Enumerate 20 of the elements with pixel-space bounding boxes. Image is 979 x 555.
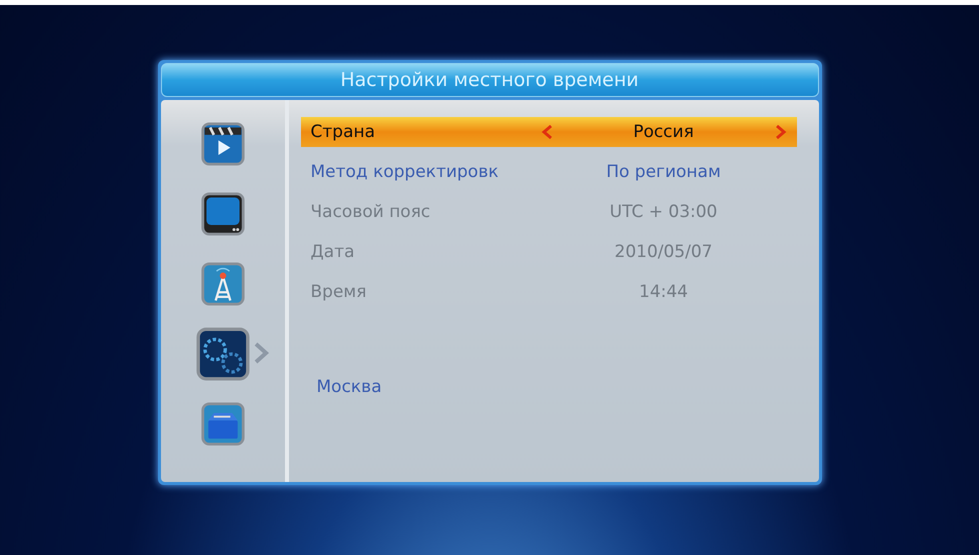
setting-value: 14:44 [638, 282, 689, 302]
setting-row[interactable]: Страна Россия [300, 117, 796, 147]
tools-menu-icon[interactable] [200, 402, 244, 446]
antenna-menu-icon[interactable] [200, 262, 244, 306]
setting-label: Часовой пояс [310, 202, 432, 222]
region-name: Москва [316, 377, 383, 397]
setting-label: Метод корректировк [310, 162, 500, 182]
window-title: Настройки местного времени [160, 63, 818, 97]
setting-label: Страна [310, 122, 376, 142]
setting-value: По регионам [605, 162, 722, 182]
settings-menu-icon[interactable] [196, 327, 250, 381]
setting-value: UTC + 03:00 [608, 202, 718, 222]
setting-label: Дата [310, 242, 356, 262]
tv-menu-icon[interactable] [200, 192, 244, 236]
setting-value: 2010/05/07 [614, 242, 714, 262]
setting-value: Россия [632, 122, 695, 142]
video-menu-icon[interactable] [200, 122, 244, 166]
setting-row[interactable]: Метод корректировк По регионам [300, 157, 796, 187]
setting-label: Время [310, 282, 368, 302]
chevron-icon [252, 342, 268, 364]
